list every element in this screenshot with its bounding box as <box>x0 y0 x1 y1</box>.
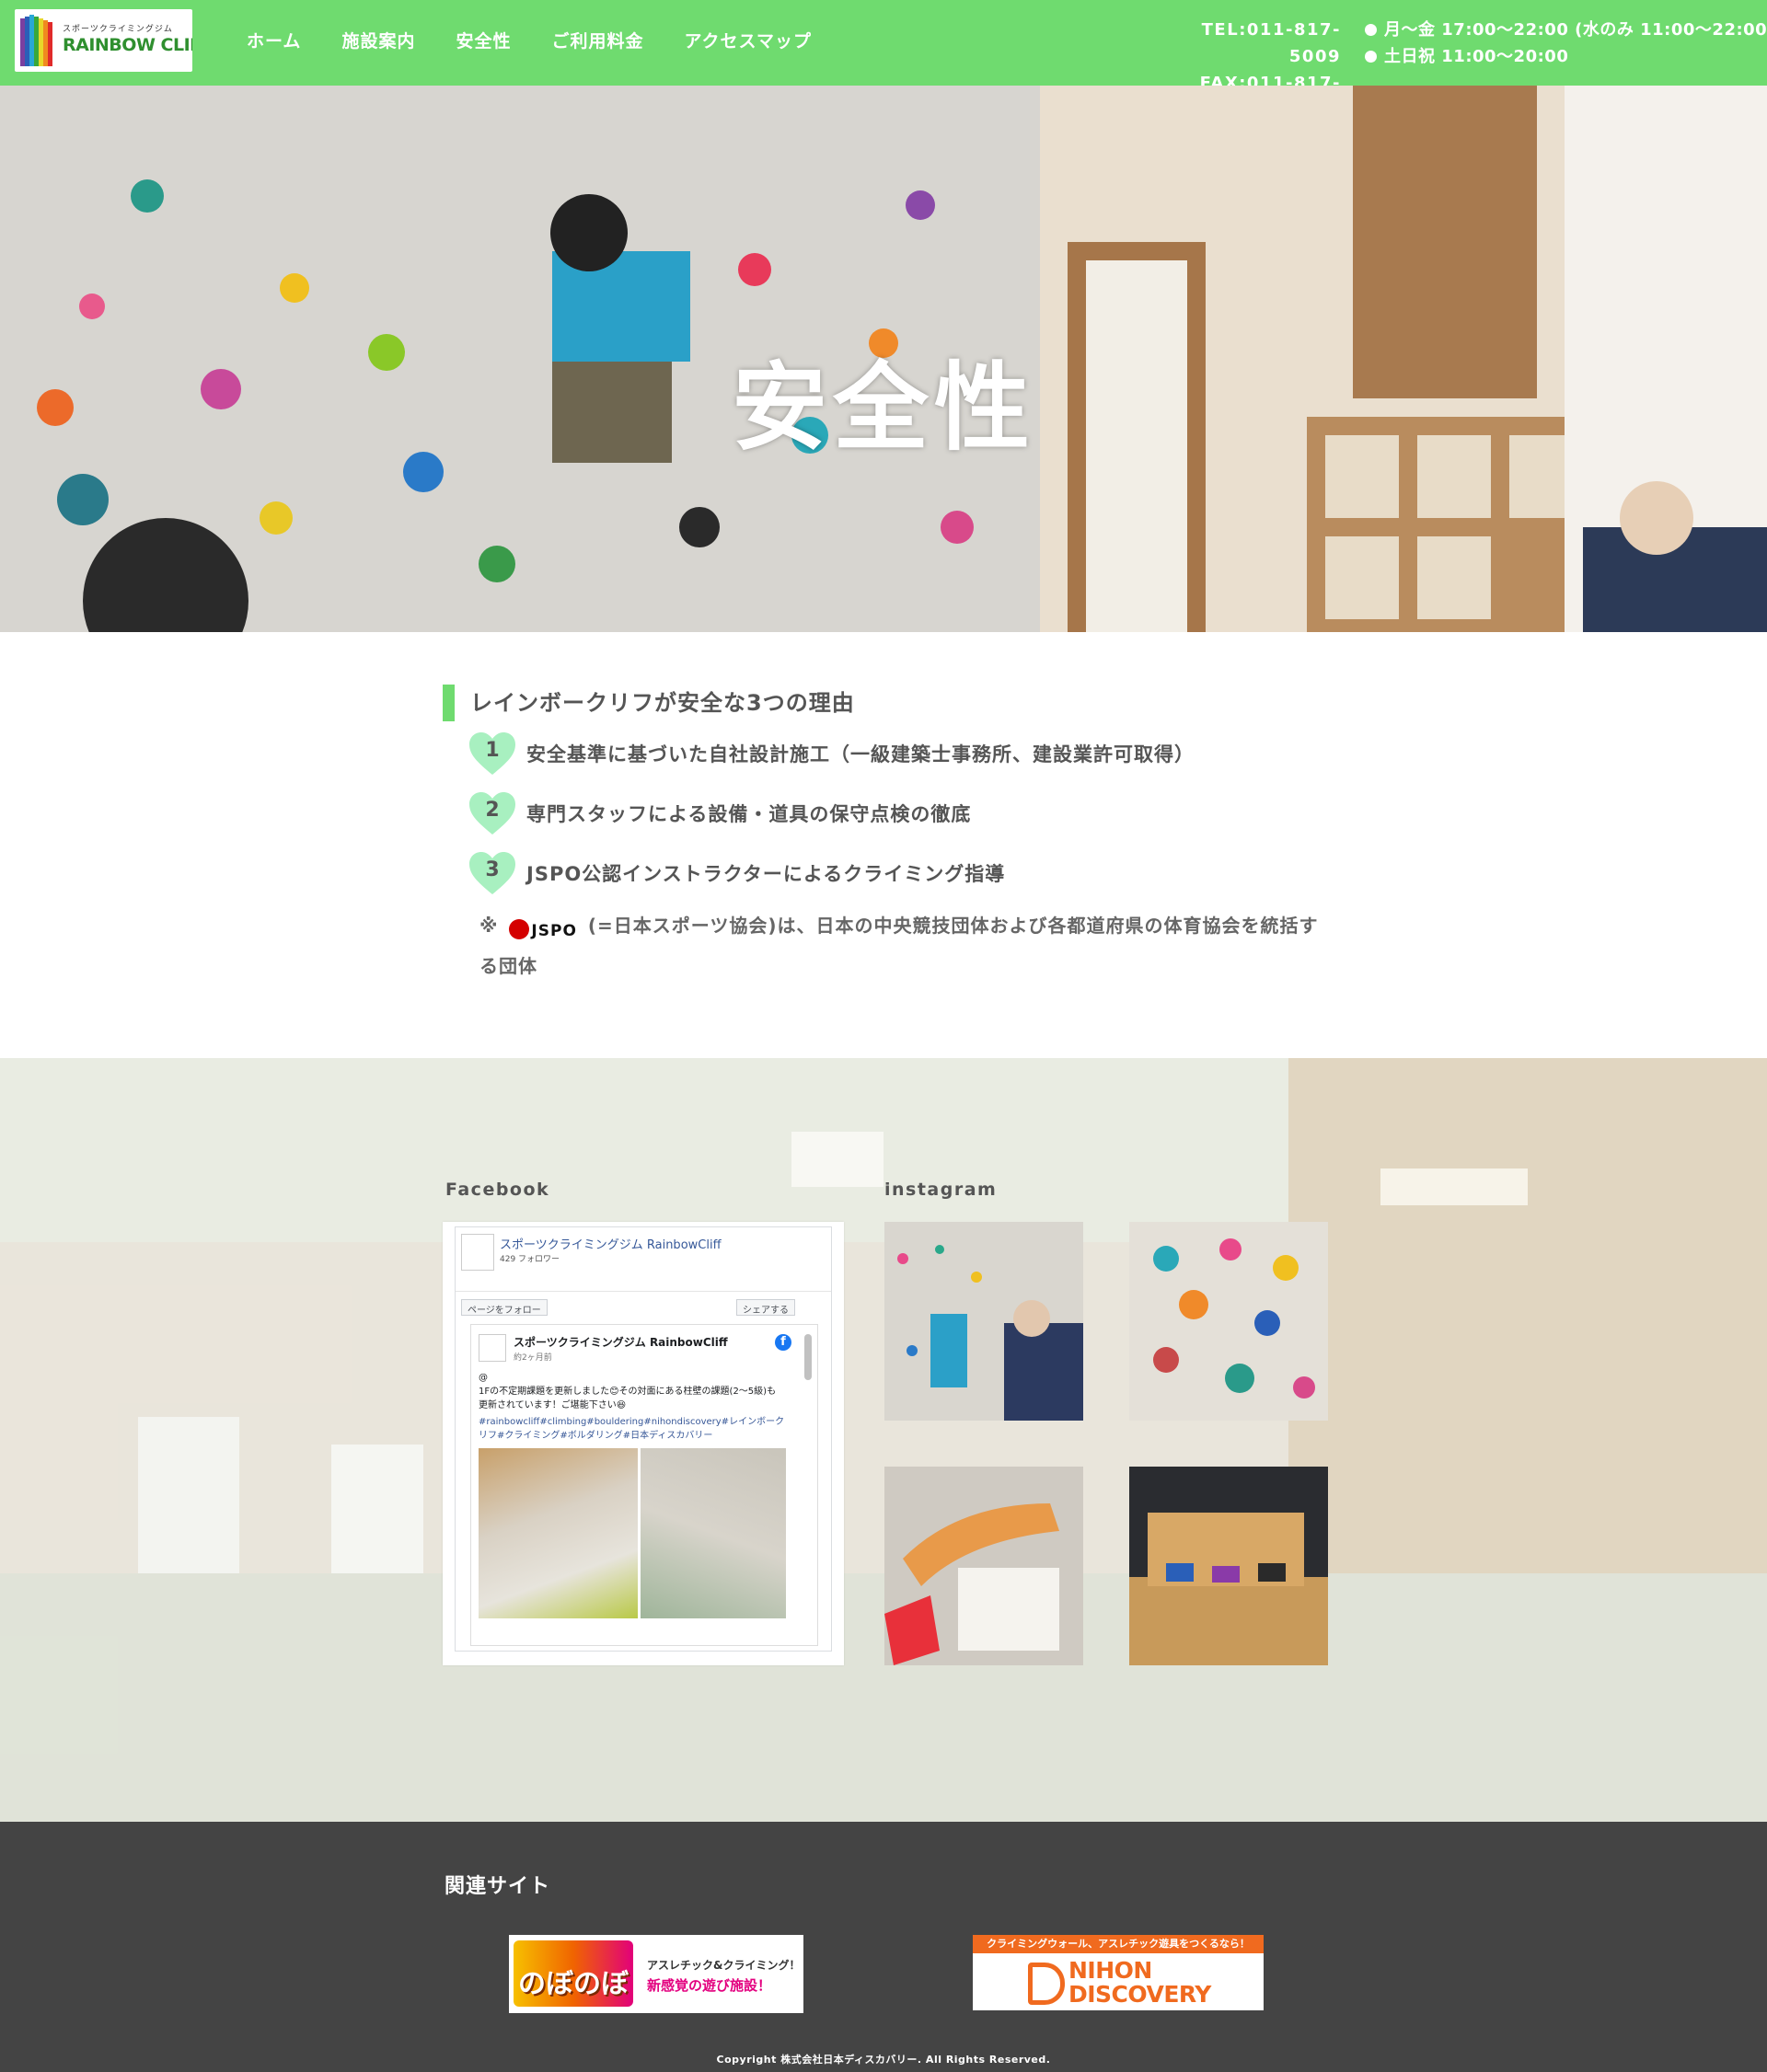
jspo-emblem-icon <box>509 919 530 939</box>
brand-line2: DISCOVERY <box>1068 1981 1211 2008</box>
note-text: (=日本スポーツ協会)は、日本の中央競技団体および各都道府県の体育協会を統括する… <box>479 915 1319 977</box>
nav-access-map[interactable]: アクセスマップ <box>684 28 811 52</box>
fb-page-avatar[interactable] <box>461 1234 494 1271</box>
instagram-photo <box>884 1467 1083 1665</box>
sns-overlay <box>0 1058 1767 1822</box>
facebook-icon: f <box>775 1334 791 1351</box>
nobonobo-logo-text: のぼのぼ <box>518 1968 629 2000</box>
related-sites-title: 関連サイト <box>445 1875 551 1898</box>
reason-number: 2 <box>485 799 500 822</box>
nav-safety[interactable]: 安全性 <box>456 28 511 52</box>
copyright: Copyright 株式会社日本ディスカバリー. All Rights Rese… <box>716 2054 1051 2066</box>
facebook-page-plugin[interactable]: スポーツクライミングジム RainbowCliff 429 フォロワー ページを… <box>455 1226 832 1652</box>
heart-icon: 3 <box>468 850 517 896</box>
sns-section: Facebook instagram スポーツクライミングジム RainbowC… <box>0 1058 1767 1822</box>
heart-icon: 2 <box>468 790 517 836</box>
reason-text: 安全基準に基づいた自社設計施工（一級建築士事務所、建設業許可取得） <box>526 743 1195 765</box>
jspo-note: ※ JSPO (=日本スポーツ協会)は、日本の中央競技団体および各都道府県の体育… <box>479 908 1326 984</box>
instagram-label: instagram <box>884 1180 998 1200</box>
reason-text: JSPO公認インストラクターによるクライミング指導 <box>526 863 1006 885</box>
site-header: スポーツクライミングジム RAINBOW CLIFF ホーム 施設案内 安全性 … <box>0 0 1767 120</box>
fb-post-text: @ 1Fの不定期課題を更新しました😊その対面にある柱壁の課題(2〜5級)も更新さ… <box>479 1371 782 1412</box>
fb-page-name[interactable]: スポーツクライミングジム RainbowCliff <box>500 1235 722 1252</box>
fb-post-hashtags[interactable]: #rainbowcliff#climbing#bouldering#nihond… <box>479 1417 784 1441</box>
facebook-label: Facebook <box>445 1180 550 1200</box>
opening-hours: 月〜金 17:00〜22:00 (水のみ 11:00〜22:00) 土日祝 11… <box>1365 17 1767 70</box>
instagram-photo <box>884 1222 1083 1421</box>
heart-icon: 1 <box>468 731 517 777</box>
reason-item: 2 専門スタッフによる設備・道具の保守点検の徹底 <box>468 789 971 838</box>
instagram-post[interactable] <box>1129 1467 1328 1665</box>
banner-tagline: 新感覚の遊び施設！ <box>647 1977 772 1994</box>
safety-heading: レインボークリフが安全な3つの理由 <box>443 685 1326 721</box>
nobonobo-banner[interactable]: のぼのぼ アスレチック&クライミング！ 新感覚の遊び施設！ <box>509 1935 803 2013</box>
reason-item: 1 安全基準に基づいた自社設計施工（一級建築士事務所、建設業許可取得） <box>468 729 1195 778</box>
fb-post-at: @ <box>479 1373 488 1383</box>
nav-pricing[interactable]: ご利用料金 <box>551 28 643 52</box>
reason-number: 1 <box>485 739 500 762</box>
banner-brand: NIHON DISCOVERY <box>1068 1959 1211 2007</box>
fb-scrollbar[interactable] <box>804 1334 812 1380</box>
nobonobo-logo: のぼのぼ <box>514 1940 633 2007</box>
tel-number[interactable]: TEL:011-817-5009 <box>1161 17 1341 70</box>
hours-weekend: 土日祝 11:00〜20:00 <box>1384 47 1569 66</box>
instagram-post[interactable] <box>884 1222 1083 1421</box>
banner-subtitle: アスレチック&クライミング！ <box>647 1959 801 1972</box>
rainbow-stripes-icon <box>20 15 52 66</box>
site-logo[interactable]: スポーツクライミングジム RAINBOW CLIFF <box>15 9 192 72</box>
main-nav: ホーム 施設案内 安全性 ご利用料金 アクセスマップ <box>247 28 852 52</box>
brand-line1: NIHON <box>1068 1957 1152 1984</box>
fb-post-avatar[interactable] <box>479 1334 506 1362</box>
bullet-icon <box>1365 51 1377 63</box>
nav-home[interactable]: ホーム <box>247 28 301 52</box>
instagram-photo <box>1129 1222 1328 1421</box>
fb-follow-button[interactable]: ページをフォロー <box>461 1299 548 1316</box>
facebook-widget[interactable]: スポーツクライミングジム RainbowCliff 429 フォロワー ページを… <box>443 1222 844 1665</box>
nav-facilities[interactable]: 施設案内 <box>341 28 415 52</box>
fb-post-author[interactable]: スポーツクライミングジム RainbowCliff <box>514 1334 728 1350</box>
bullet-icon <box>1365 24 1377 36</box>
reason-text: 専門スタッフによる設備・道具の保守点検の徹底 <box>526 803 972 825</box>
instagram-post[interactable] <box>884 1467 1083 1665</box>
hours-weekday: 月〜金 17:00〜22:00 (水のみ 11:00〜22:00) <box>1384 20 1767 40</box>
discovery-d-icon <box>1028 1963 1065 2005</box>
logo-subtitle: スポーツクライミングジム <box>63 25 173 34</box>
note-mark: ※ <box>479 915 499 937</box>
hero-banner: 安全性 <box>0 86 1767 632</box>
fb-share-button[interactable]: シェアする <box>736 1299 795 1316</box>
fb-post-time[interactable]: 約2ヶ月前 <box>514 1351 552 1363</box>
jspo-logo[interactable]: JSPO <box>509 912 576 949</box>
fb-post-body: 1Fの不定期課題を更新しました😊その対面にある柱壁の課題(2〜5級)も更新されて… <box>479 1387 777 1410</box>
instagram-post[interactable] <box>1129 1222 1328 1421</box>
fb-post-tags: #rainbowcliff#climbing#bouldering#nihond… <box>479 1415 791 1443</box>
fb-followers: 429 フォロワー <box>500 1255 560 1264</box>
fb-post-image[interactable] <box>479 1448 638 1618</box>
hero-title: 安全性 <box>731 351 1035 464</box>
jspo-label: JSPO <box>531 922 577 940</box>
fb-post: スポーツクライミングジム RainbowCliff 約2ヶ月前 f @ 1Fの不… <box>470 1324 818 1646</box>
site-footer: 関連サイト のぼのぼ アスレチック&クライミング！ 新感覚の遊び施設！ クライミ… <box>0 1822 1767 2072</box>
banner-tagline: クライミングウォール、アスレチック遊具をつくるなら！ <box>973 1935 1264 1953</box>
nihon-discovery-banner[interactable]: クライミングウォール、アスレチック遊具をつくるなら！ NIHON DISCOVE… <box>973 1935 1264 2010</box>
reason-item: 3 JSPO公認インストラクターによるクライミング指導 <box>468 848 1005 898</box>
instagram-photo <box>1129 1467 1328 1665</box>
reason-number: 3 <box>485 858 500 881</box>
fb-post-image[interactable] <box>641 1448 786 1618</box>
logo-name: RAINBOW CLIFF <box>63 35 192 55</box>
safety-section: レインボークリフが安全な3つの理由 1 安全基準に基づいた自社設計施工（一級建築… <box>443 685 1326 977</box>
fb-page-header: スポーツクライミングジム RainbowCliff 429 フォロワー <box>456 1227 831 1292</box>
